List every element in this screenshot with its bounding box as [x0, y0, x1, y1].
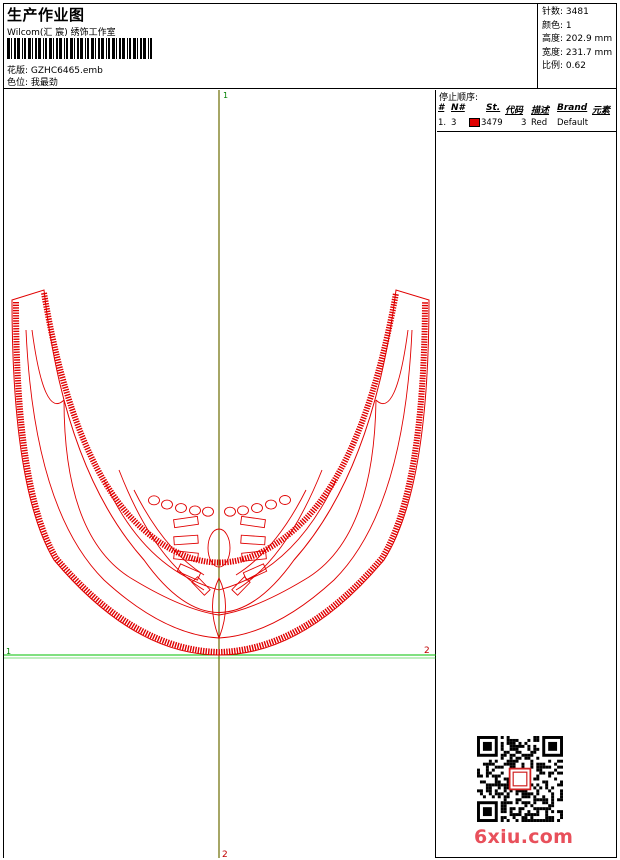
axis-label-right: 2 — [424, 646, 430, 656]
color-value: 我最劲 — [30, 78, 58, 88]
outline-3 — [103, 479, 337, 591]
axis-label-top: 1 — [223, 91, 228, 100]
stat-stitches: 针数: 3481 — [542, 7, 589, 17]
design-drawing: 1 1 2 2 — [4, 90, 436, 858]
wing-right-outer — [235, 469, 323, 591]
qr-code — [477, 736, 563, 822]
production-sheet: 生产作业图 Wilcom(汇 宸) 绣饰工作室 花版: GZHC6465.emb… — [3, 3, 617, 858]
outline-2 — [63, 399, 377, 616]
color-line: 色位: 我最劲 — [7, 75, 58, 88]
col-header-num: # — [438, 103, 445, 113]
col-header-code: 代码 — [505, 106, 524, 116]
outer-satin-border — [13, 301, 428, 656]
header: 生产作业图 Wilcom(汇 宸) 绣饰工作室 花版: GZHC6465.emb… — [4, 4, 616, 89]
stat-colors: 颜色: 1 — [542, 20, 572, 31]
axis-label-left: 1 — [6, 647, 11, 656]
stat-height: 高度: 202.9 mm — [542, 34, 613, 44]
inner-satin-border — [41, 292, 399, 566]
row-n: 3 — [451, 118, 457, 128]
col-header-description: 描述 — [531, 106, 550, 116]
col-header-brand: Brand — [557, 103, 588, 113]
thread-color-swatch — [469, 118, 480, 127]
barcode — [7, 38, 152, 59]
wing-left-outer — [118, 469, 205, 591]
col-header-stitches: St. — [486, 103, 501, 113]
row-description: Red — [531, 118, 548, 128]
stat-scale: 比例: 0.62 — [542, 61, 586, 71]
axis-label-bottom: 2 — [222, 850, 228, 858]
stats-panel: 针数: 3481 颜色: 1 高度: 202.9 mm 宽度: 231.7 mm… — [542, 6, 612, 74]
row-code: 3 — [521, 118, 527, 128]
stop-sequence-table: # N# St. 代码 描述 Brand 元素 1. 3 3479 3 Red … — [437, 103, 616, 132]
header-info: 生产作业图 Wilcom(汇 宸) 绣饰工作室 花版: GZHC6465.emb… — [4, 4, 538, 89]
collar-design — [11, 289, 430, 656]
col-header-n: N# — [451, 103, 465, 113]
company-name: Wilcom(汇 宸) 绣饰工作室 — [7, 28, 116, 38]
stop-sequence-title: 停止顺序: — [439, 93, 479, 103]
stat-width: 宽度: 231.7 mm — [542, 47, 613, 58]
col-header-element: 元素 — [592, 106, 611, 116]
row-brand: Default — [557, 118, 589, 128]
outer-collar-outline — [11, 289, 430, 656]
embroidery-design-canvas: 1 1 2 2 — [4, 90, 436, 858]
corner-left — [31, 329, 65, 405]
color-label: 色位: — [7, 78, 29, 88]
page-title: 生产作业图 — [7, 6, 85, 24]
watermark-logo: 6xiu.com — [474, 826, 574, 848]
wing-right-inner — [235, 489, 307, 576]
row-num: 1. — [438, 118, 447, 128]
row-stitches: 3479 — [481, 118, 503, 128]
